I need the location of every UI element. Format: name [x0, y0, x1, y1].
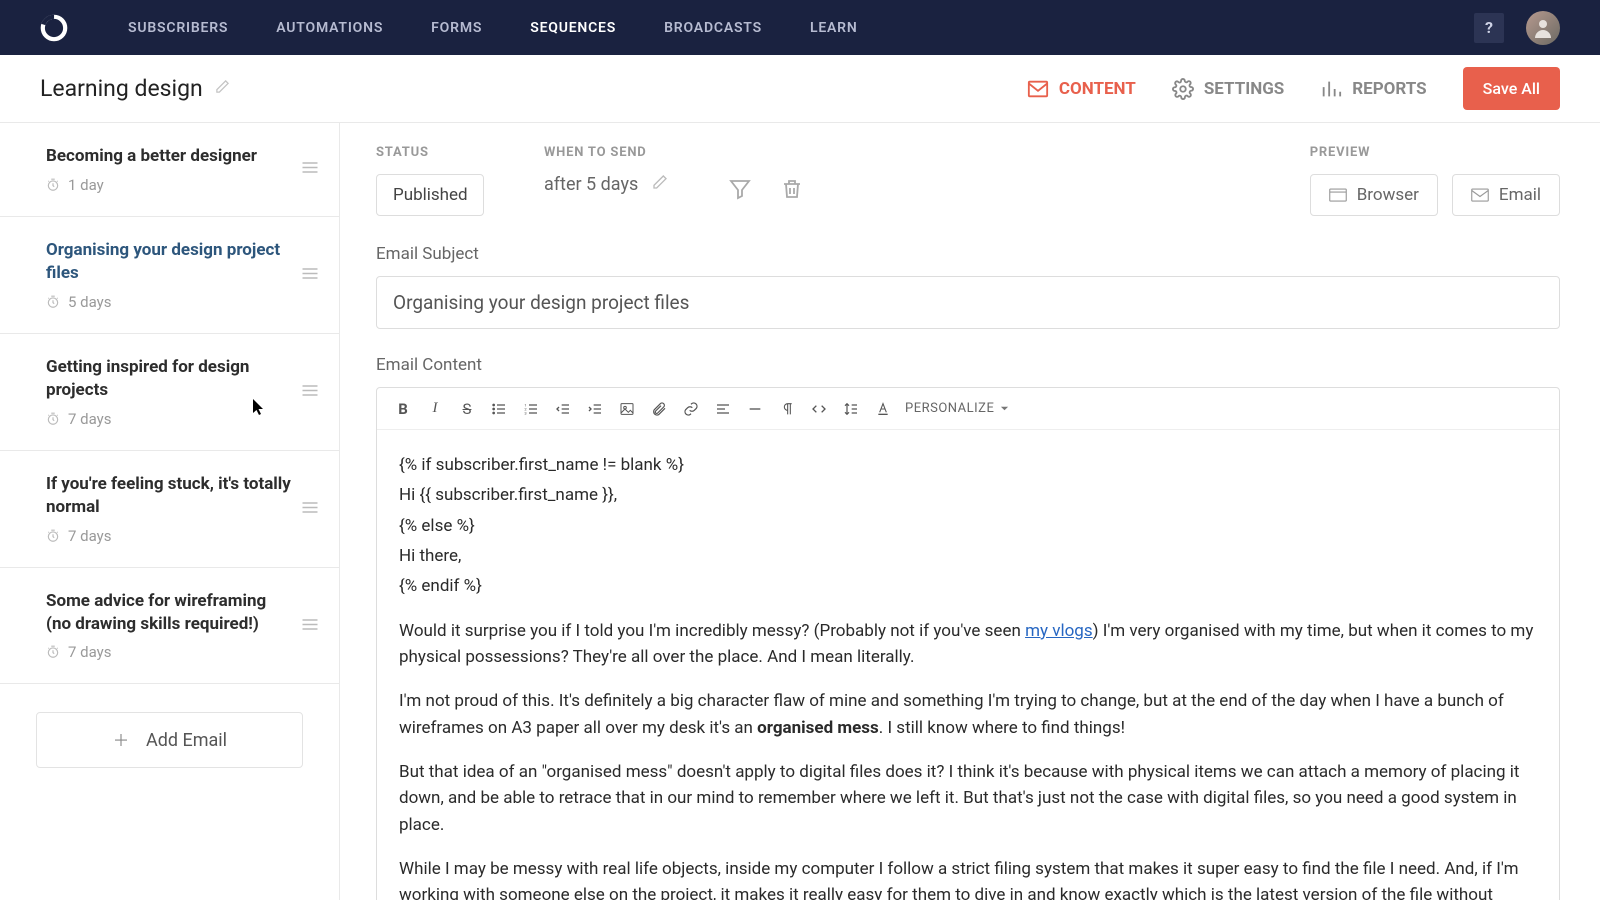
- edit-when-icon[interactable]: [652, 174, 668, 195]
- hr-button[interactable]: [739, 393, 771, 425]
- tab-content-label: CONTENT: [1059, 79, 1136, 99]
- nav-learn[interactable]: LEARN: [810, 2, 858, 54]
- edit-title-icon[interactable]: [215, 79, 230, 98]
- tab-content[interactable]: CONTENT: [1027, 78, 1136, 100]
- add-email-label: Add Email: [146, 730, 227, 751]
- nav-sequences[interactable]: SEQUENCES: [530, 2, 616, 54]
- email-list-sidebar: Becoming a better designer 1 day Organis…: [0, 123, 340, 900]
- nav-broadcasts[interactable]: BROADCASTS: [664, 2, 762, 54]
- subheader: Learning design CONTENT SETTINGS REPORTS…: [0, 55, 1600, 123]
- italic-button[interactable]: I: [419, 393, 451, 425]
- email-item-title: Getting inspired for design projects: [46, 356, 293, 402]
- strikethrough-button[interactable]: S: [451, 393, 483, 425]
- line-height-button[interactable]: [835, 393, 867, 425]
- email-item[interactable]: Some advice for wireframing (no drawing …: [0, 568, 339, 685]
- paragraph-button[interactable]: [771, 393, 803, 425]
- tab-reports-label: REPORTS: [1352, 79, 1426, 99]
- drag-handle-icon[interactable]: [301, 616, 319, 635]
- preview-email-label: Email: [1499, 185, 1541, 205]
- status-select[interactable]: Published: [376, 174, 484, 216]
- align-button[interactable]: [707, 393, 739, 425]
- email-item-delay: 7 days: [46, 410, 293, 428]
- tab-settings-label: SETTINGS: [1204, 79, 1284, 99]
- drag-handle-icon[interactable]: [301, 265, 319, 284]
- email-item[interactable]: Organising your design project files 5 d…: [0, 217, 339, 334]
- status-value: Published: [393, 185, 468, 205]
- when-label: WHEN TO SEND: [544, 145, 668, 160]
- subject-input[interactable]: [376, 276, 1560, 329]
- vlogs-link[interactable]: my vlogs: [1025, 621, 1093, 641]
- nav-subscribers[interactable]: SUBSCRIBERS: [128, 2, 228, 54]
- preview-label: PREVIEW: [1310, 145, 1560, 160]
- email-item[interactable]: Becoming a better designer 1 day: [0, 123, 339, 217]
- email-item[interactable]: Getting inspired for design projects 7 d…: [0, 334, 339, 451]
- nav-forms[interactable]: FORMS: [431, 2, 482, 54]
- content-panel: STATUS Published WHEN TO SEND after 5 da…: [340, 123, 1600, 900]
- top-nav: SUBSCRIBERS AUTOMATIONS FORMS SEQUENCES …: [0, 0, 1600, 55]
- editor-body[interactable]: {% if subscriber.first_name != blank %} …: [377, 430, 1559, 900]
- nav-automations[interactable]: AUTOMATIONS: [276, 2, 383, 54]
- preview-browser-label: Browser: [1357, 185, 1419, 205]
- email-item-delay: 1 day: [46, 176, 293, 194]
- help-button[interactable]: ?: [1474, 13, 1504, 43]
- email-item[interactable]: If you're feeling stuck, it's totally no…: [0, 451, 339, 568]
- nav-items: SUBSCRIBERS AUTOMATIONS FORMS SEQUENCES …: [128, 2, 858, 54]
- avatar[interactable]: [1526, 11, 1560, 45]
- email-item-delay: 5 days: [46, 293, 293, 311]
- code-button[interactable]: [803, 393, 835, 425]
- save-all-button[interactable]: Save All: [1463, 67, 1560, 110]
- numbered-list-button[interactable]: 123: [515, 393, 547, 425]
- email-item-delay: 7 days: [46, 643, 293, 661]
- when-value: after 5 days: [544, 174, 638, 195]
- email-item-title: If you're feeling stuck, it's totally no…: [46, 473, 293, 519]
- drag-handle-icon[interactable]: [301, 382, 319, 401]
- preview-email-button[interactable]: Email: [1452, 174, 1560, 216]
- email-item-title: Organising your design project files: [46, 239, 293, 285]
- bold-button[interactable]: B: [387, 393, 419, 425]
- email-item-delay: 7 days: [46, 527, 293, 545]
- content-label: Email Content: [376, 355, 1560, 375]
- drag-handle-icon[interactable]: [301, 160, 319, 179]
- status-label: STATUS: [376, 145, 484, 160]
- svg-text:3: 3: [524, 410, 526, 415]
- preview-browser-button[interactable]: Browser: [1310, 174, 1438, 216]
- indent-button[interactable]: [579, 393, 611, 425]
- text-color-button[interactable]: [867, 393, 899, 425]
- email-item-title: Becoming a better designer: [46, 145, 293, 168]
- drag-handle-icon[interactable]: [301, 499, 319, 518]
- editor: B I S 123 PERSONALIZE: [376, 387, 1560, 900]
- add-email-button[interactable]: Add Email: [36, 712, 303, 768]
- filter-icon[interactable]: [728, 177, 752, 205]
- personalize-dropdown[interactable]: PERSONALIZE: [905, 401, 1009, 416]
- editor-toolbar: B I S 123 PERSONALIZE: [377, 388, 1559, 430]
- tab-settings[interactable]: SETTINGS: [1172, 78, 1284, 100]
- subject-label: Email Subject: [376, 244, 1560, 264]
- trash-icon[interactable]: [780, 177, 804, 205]
- attachment-button[interactable]: [643, 393, 675, 425]
- outdent-button[interactable]: [547, 393, 579, 425]
- app-logo[interactable]: [40, 14, 68, 42]
- image-button[interactable]: [611, 393, 643, 425]
- tab-reports[interactable]: REPORTS: [1320, 78, 1426, 100]
- sequence-title: Learning design: [40, 75, 203, 102]
- link-button[interactable]: [675, 393, 707, 425]
- email-item-title: Some advice for wireframing (no drawing …: [46, 590, 293, 636]
- bullet-list-button[interactable]: [483, 393, 515, 425]
